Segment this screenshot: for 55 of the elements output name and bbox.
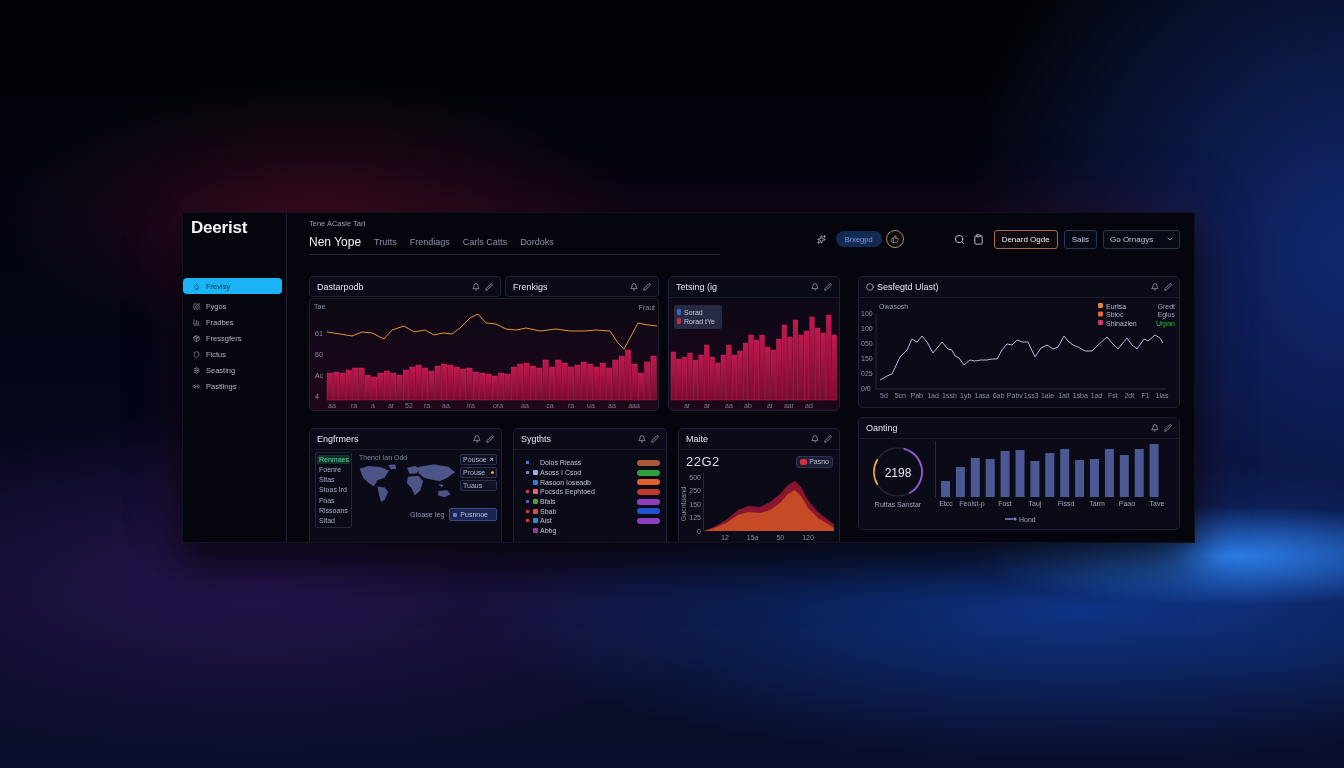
bell-icon[interactable] [1151,424,1159,432]
card-title: Sygthts [521,434,551,444]
dot-icon [491,471,494,474]
tab[interactable]: Dordoks [520,236,554,247]
gauge-ring [873,447,923,497]
tab[interactable]: Trutts [374,236,397,247]
circle-icon [866,283,874,291]
link-icon [193,382,200,390]
tab[interactable]: Carls Catts [462,236,508,247]
card-title: Oanting [866,423,898,433]
pen-icon[interactable] [1164,424,1172,432]
pen-icon[interactable] [824,283,832,291]
shield-icon [193,350,200,358]
tab[interactable]: Nen Yope [309,234,362,249]
logo-text: Deerist [191,217,248,239]
bell-icon[interactable] [1151,283,1159,291]
card-title: Tetsing (ig [676,282,718,292]
legend-panel [674,305,722,329]
bell-icon[interactable] [630,282,638,291]
metric-value: 22G2 [686,454,720,469]
box-icon [193,334,200,342]
pen-icon[interactable] [485,282,493,291]
pen-icon[interactable] [1164,283,1172,291]
card-title: Engfrmers [317,434,359,444]
tab[interactable]: Frendiags [409,236,450,247]
bar-chart-icon [193,318,200,326]
arrow-icon [489,457,494,462]
pen-icon[interactable] [824,435,832,443]
search-icon[interactable] [953,233,965,245]
card-title: Maite [686,434,708,444]
primary-button[interactable]: Denard Ogde [993,229,1058,249]
card-title: Sesfegtd Ulast) [877,282,939,292]
card-title: Dastarpodb [317,281,364,292]
bell-icon[interactable] [638,435,646,443]
square-icon [453,512,458,517]
droplet-icon [193,282,200,290]
bell-icon[interactable] [473,435,481,443]
legend-swatch-icon [1004,517,1017,521]
square-pen-icon [193,302,200,310]
clipboard-icon[interactable] [972,233,984,245]
gear-icon [193,366,200,374]
bell-icon[interactable] [811,435,819,443]
bell-icon[interactable] [472,282,480,291]
pen-icon[interactable] [486,435,494,443]
card-title: Frenkigs [513,281,548,292]
sparkle-icon [816,234,826,244]
secondary-button[interactable]: Salis [1063,229,1097,249]
dropdown[interactable]: Go Ornagys [1103,229,1180,249]
pen-icon[interactable] [651,435,659,443]
thumbs-up-icon [890,235,899,243]
chevron-down-icon [1166,235,1174,243]
pen-icon[interactable] [643,282,651,291]
bell-icon[interactable] [811,283,819,291]
thumbs-up-button[interactable] [885,230,904,248]
gauge-value: 2198 [884,465,912,480]
